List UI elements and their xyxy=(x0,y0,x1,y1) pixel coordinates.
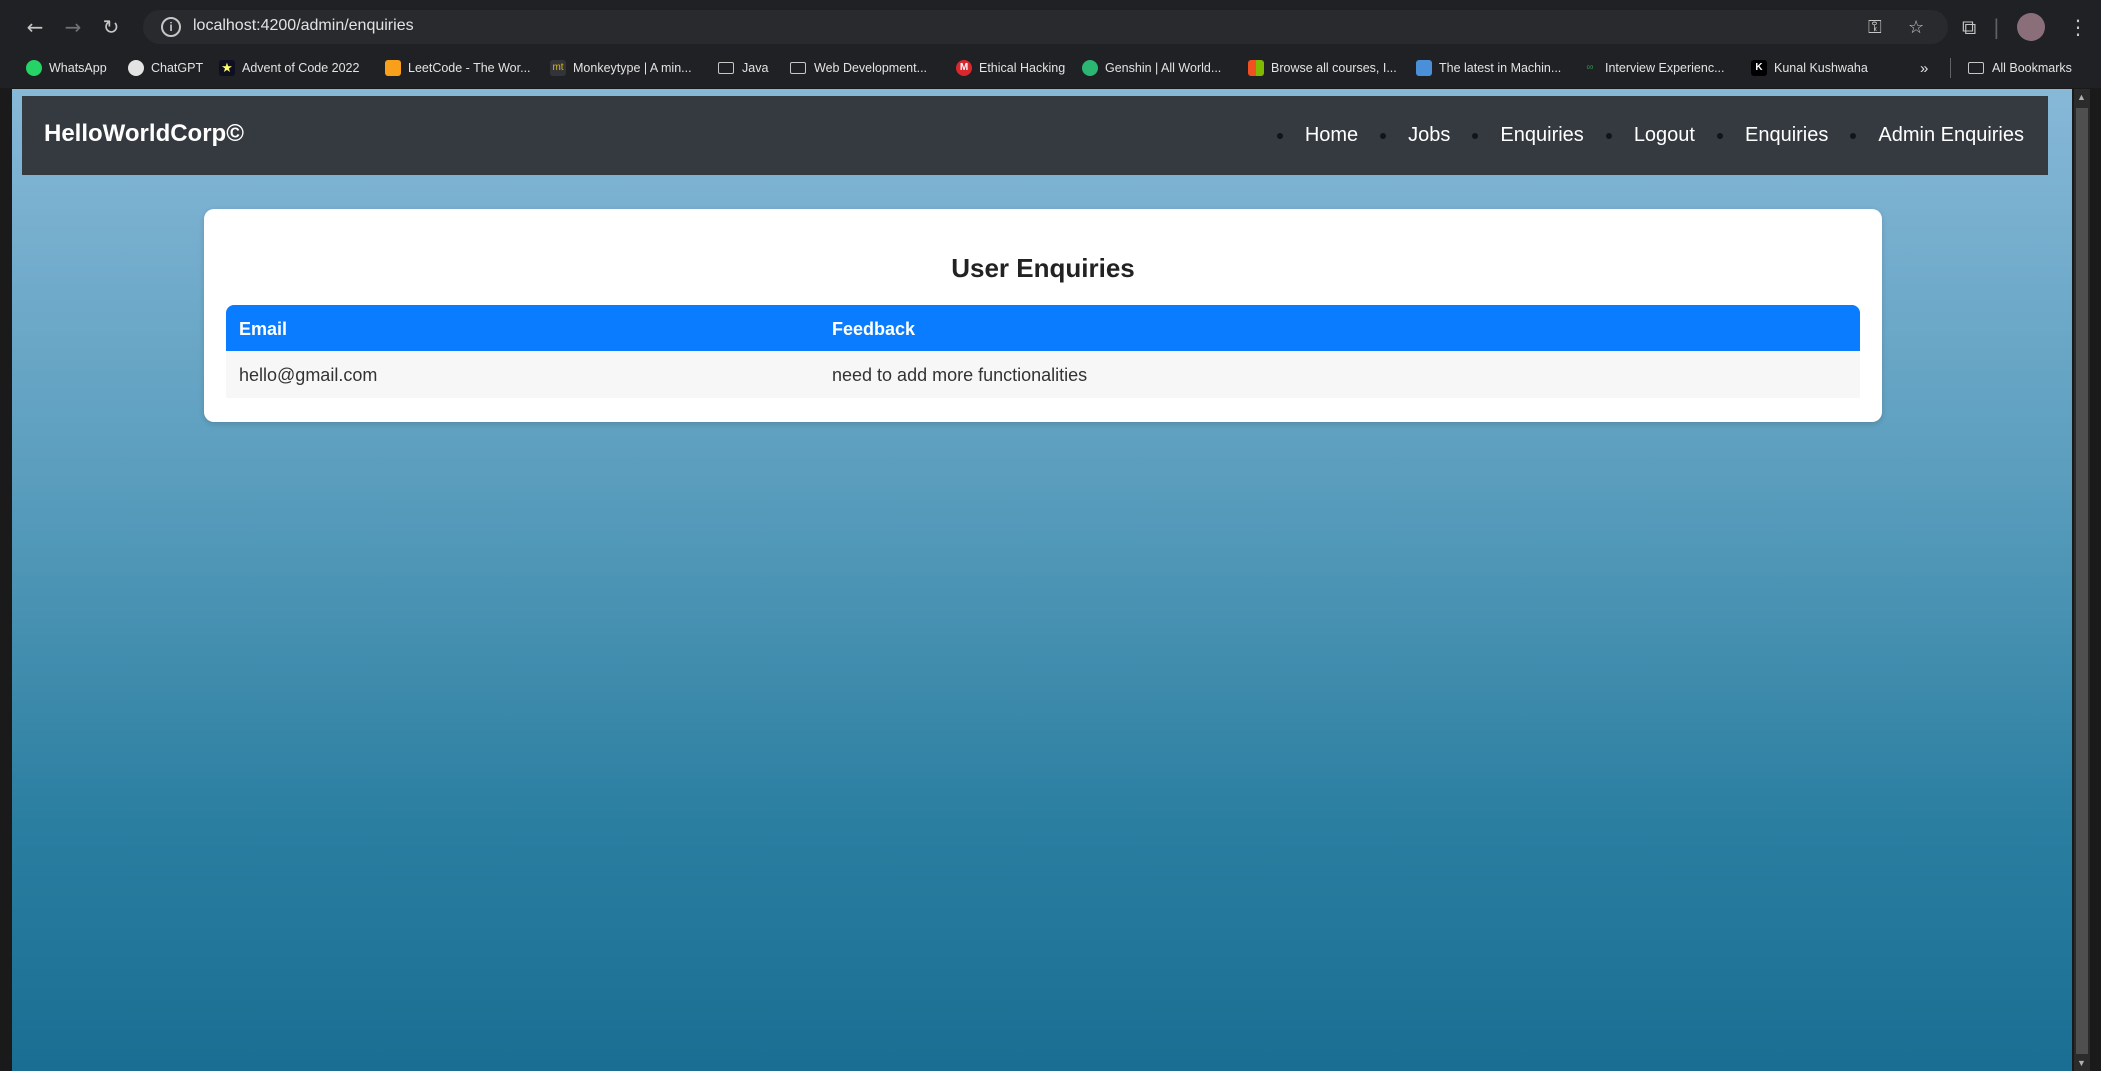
microsoft-icon xyxy=(1248,60,1264,76)
nav-item-admin-enquiries[interactable]: Admin Enquiries xyxy=(1850,124,2024,147)
whatsapp-icon xyxy=(26,60,42,76)
mega-icon: M xyxy=(956,60,972,76)
bookmark-label: Browse all courses, I... xyxy=(1271,61,1397,75)
bookmark-microsoft-learn[interactable]: Browse all courses, I... xyxy=(1248,58,1397,78)
scroll-up-arrow-icon[interactable]: ▲ xyxy=(2077,92,2086,102)
bullet-dot xyxy=(1276,132,1283,139)
news-icon xyxy=(1416,60,1432,76)
nav-link-label[interactable]: Enquiries xyxy=(1745,124,1828,147)
bookmark-star-icon[interactable]: ☆ xyxy=(1908,17,1924,38)
bookmark-label: Ethical Hacking xyxy=(979,61,1066,75)
k-icon: K xyxy=(1751,60,1767,76)
nav-item-enquiries[interactable]: Enquiries xyxy=(1472,124,1584,147)
nav-item-logout[interactable]: Logout xyxy=(1605,124,1695,147)
page-title: User Enquiries xyxy=(951,253,1135,283)
folder-icon xyxy=(718,62,734,74)
nav-item-jobs[interactable]: Jobs xyxy=(1380,124,1450,147)
nav-links: Home Jobs Enquiries Logout Enquiries Adm… xyxy=(1255,96,2024,175)
bullet-dot xyxy=(1850,132,1857,139)
bookmark-label: The latest in Machin... xyxy=(1439,61,1562,75)
bookmark-label: Java xyxy=(742,61,769,75)
leetcode-icon xyxy=(385,60,401,76)
star-icon: ★ xyxy=(219,60,235,76)
chatgpt-icon xyxy=(128,60,144,76)
cell-feedback: need to add more functionalities xyxy=(832,365,1088,385)
gfg-icon: ∞ xyxy=(1586,62,1594,73)
bookmarks-bar: WhatsApp ChatGPT ★ Advent of Code 2022 Le… xyxy=(0,52,2101,84)
bookmarks-overflow-button[interactable]: » xyxy=(1920,58,1928,78)
scroll-down-arrow-icon[interactable]: ▼ xyxy=(2077,1058,2086,1068)
bullet-dot xyxy=(1605,132,1612,139)
bookmark-kunal-kushwaha[interactable]: K Kunal Kushwaha xyxy=(1751,58,1868,78)
bookmark-advent-of-code[interactable]: ★ Advent of Code 2022 xyxy=(219,58,359,78)
bookmark-label: Web Development... xyxy=(814,61,928,75)
bookmark-label: LeetCode - The Wor... xyxy=(408,61,531,75)
site-navbar: HelloWorldCorp© Home Jobs Enquiries Logo… xyxy=(22,96,2048,175)
genshin-icon xyxy=(1082,60,1098,76)
bookmark-label: Interview Experienc... xyxy=(1605,61,1725,75)
folder-icon xyxy=(790,62,806,74)
bookmark-label: Advent of Code 2022 xyxy=(242,61,360,75)
bookmark-machine-learning[interactable]: The latest in Machin... xyxy=(1416,58,1561,78)
nav-link-label[interactable]: Enquiries xyxy=(1500,124,1583,147)
brand-logo[interactable]: HelloWorldCorp© xyxy=(44,120,244,148)
cell-email: hello@gmail.com xyxy=(239,365,378,385)
bullet-dot xyxy=(1380,132,1387,139)
bookmark-monkeytype[interactable]: mt Monkeytype | A min... xyxy=(550,58,692,78)
nav-link-label[interactable]: Home xyxy=(1305,124,1358,147)
address-bar-url[interactable]: localhost:4200/admin/enquiries xyxy=(193,17,414,35)
password-key-icon[interactable]: ⚿ xyxy=(1868,17,1882,38)
table-row: hello@gmail.com need to add more functio… xyxy=(226,351,1860,398)
extensions-icon[interactable]: ⧉ xyxy=(1962,14,1976,40)
bullet-dot xyxy=(1716,132,1723,139)
scrollbar-thumb[interactable] xyxy=(2076,108,2088,1054)
browser-toolbar: ← → ↻ i localhost:4200/admin/enquiries ⚿… xyxy=(8,6,2101,48)
page-viewport: HelloWorldCorp© Home Jobs Enquiries Logo… xyxy=(12,89,2072,1071)
column-header-feedback: Feedback xyxy=(832,319,916,339)
bookmark-label: Kunal Kushwaha xyxy=(1774,61,1868,75)
toolbar-divider: | xyxy=(1993,15,2000,39)
nav-link-label[interactable]: Logout xyxy=(1634,124,1695,147)
monkeytype-icon: mt xyxy=(550,60,566,76)
bookmarks-divider xyxy=(1950,58,1951,78)
forward-arrow-icon[interactable]: → xyxy=(60,14,86,40)
bullet-dot xyxy=(1472,132,1479,139)
bookmark-leetcode[interactable]: LeetCode - The Wor... xyxy=(385,58,531,78)
bookmark-interview-experience[interactable]: ∞ Interview Experienc... xyxy=(1582,58,1725,78)
bookmark-label: WhatsApp xyxy=(49,61,107,75)
address-bar[interactable]: i localhost:4200/admin/enquiries ⚿ ☆ xyxy=(143,10,1948,44)
reload-icon[interactable]: ↻ xyxy=(98,14,124,40)
bookmark-folder-java[interactable]: Java xyxy=(718,58,768,78)
bookmark-whatsapp[interactable]: WhatsApp xyxy=(26,58,107,78)
table-header: Email Feedback xyxy=(226,305,1860,351)
bookmark-ethical-hacking[interactable]: M Ethical Hacking xyxy=(956,58,1065,78)
nav-link-label[interactable]: Jobs xyxy=(1408,124,1450,147)
bookmark-label: ChatGPT xyxy=(151,61,204,75)
all-bookmarks-label: All Bookmarks xyxy=(1992,61,2072,75)
profile-avatar[interactable] xyxy=(2017,13,2045,41)
bookmark-label: Monkeytype | A min... xyxy=(573,61,692,75)
folder-icon xyxy=(1968,62,1984,74)
all-bookmarks-button[interactable]: All Bookmarks xyxy=(1968,58,2072,78)
bookmark-label: Genshin | All World... xyxy=(1105,61,1222,75)
menu-kebab-icon[interactable]: ⋮ xyxy=(2068,14,2088,40)
browser-chrome: ← → ↻ i localhost:4200/admin/enquiries ⚿… xyxy=(0,0,2101,88)
nav-item-home[interactable]: Home xyxy=(1276,124,1358,147)
enquiries-table: Email Feedback hello@gmail.com need to a… xyxy=(226,305,1860,398)
site-info-icon[interactable]: i xyxy=(161,17,181,37)
enquiries-card: User Enquiries Email Feedback hello@gmai… xyxy=(204,209,1882,422)
bookmark-folder-web-development[interactable]: Web Development... xyxy=(790,58,927,78)
column-header-email: Email xyxy=(239,319,288,339)
bookmark-genshin[interactable]: Genshin | All World... xyxy=(1082,58,1221,78)
nav-link-label[interactable]: Admin Enquiries xyxy=(1878,124,2024,147)
nav-item-enquiries-2[interactable]: Enquiries xyxy=(1716,124,1828,147)
back-arrow-icon[interactable]: ← xyxy=(22,14,48,40)
bookmark-chatgpt[interactable]: ChatGPT xyxy=(128,58,203,78)
